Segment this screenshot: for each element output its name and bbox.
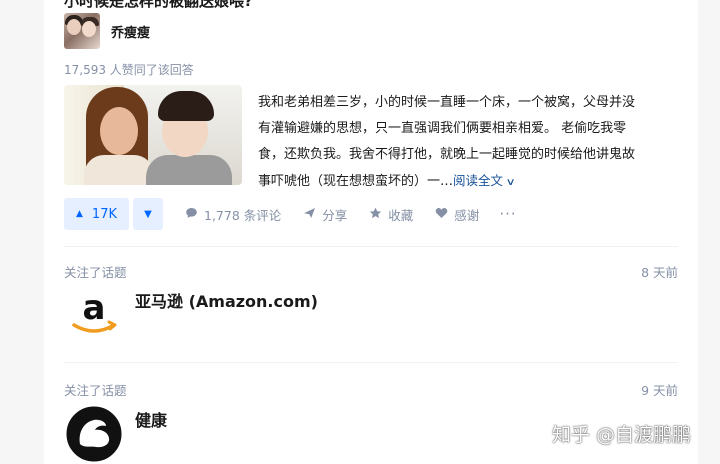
heart-icon: [435, 207, 448, 222]
topic-name[interactable]: 亚马逊 (Amazon.com): [135, 288, 318, 312]
comments-button[interactable]: 1,778 条评论: [185, 205, 281, 224]
excerpt-line: 食，还欺负我。我舍不得打他，就晚上一起睡觉的时候给他讲鬼故: [258, 147, 636, 162]
excerpt-line: 有灌输避嫌的思想，只一直强调我们俩要相亲相爱。 老偷吃我零: [258, 121, 627, 136]
favorite-button[interactable]: 收藏: [369, 205, 413, 224]
author-name[interactable]: 乔瘦瘦: [111, 22, 150, 41]
health-topic-logo[interactable]: [64, 404, 124, 464]
vote-summary: 17,593 人赞同了该回答: [64, 63, 194, 77]
amazon-logo[interactable]: a: [64, 285, 124, 345]
read-more-link[interactable]: 阅读全文 ∨: [453, 173, 516, 188]
watermark: 知乎 @自渡鹏鹏: [552, 424, 692, 446]
thanks-button[interactable]: 感谢: [435, 205, 479, 224]
upvote-button[interactable]: ▲ 17K: [64, 198, 129, 230]
divider: [64, 246, 678, 247]
share-button[interactable]: 分享: [303, 205, 347, 224]
star-icon: [369, 207, 382, 222]
feed-item-meta: 关注了话题: [64, 265, 127, 280]
thanks-label: 感谢: [454, 207, 480, 223]
feed-item-time: 8 天前: [641, 265, 678, 280]
favorite-label: 收藏: [388, 207, 414, 223]
upvote-arrow-icon: ▲: [76, 209, 83, 219]
feed-item-meta: 关注了话题: [64, 383, 127, 398]
divider: [64, 362, 678, 363]
excerpt-line-text: 事吓唬他（现在想想蛮坏的）一…: [258, 174, 454, 189]
answer-excerpt[interactable]: 我和老弟相差三岁，小的时候一直睡一个床，一个被窝，父母并没 有灌输避嫌的思想，只…: [258, 90, 688, 196]
question-title[interactable]: 小时候是怎样的被翻送娘喂?: [64, 0, 253, 11]
downvote-arrow-icon: ▼: [144, 208, 152, 220]
excerpt-line-last: 事吓唬他（现在想想蛮坏的）一…阅读全文 ∨: [258, 168, 688, 196]
avatar[interactable]: [64, 13, 100, 49]
share-label: 分享: [322, 207, 348, 223]
feed-card: 小时候是怎样的被翻送娘喂? 乔瘦瘦 17,593 人赞同了该回答 我和老弟相差三…: [44, 0, 698, 464]
svg-text:a: a: [83, 288, 106, 328]
read-more-label: 阅读全文: [453, 173, 504, 188]
downvote-button[interactable]: ▼: [133, 198, 163, 230]
answer-thumbnail[interactable]: [64, 85, 242, 185]
feed-item-time: 9 天前: [641, 383, 678, 398]
chevron-down-icon: ∨: [505, 177, 516, 188]
topic-name[interactable]: 健康: [135, 407, 167, 431]
upvote-count: 17K: [91, 206, 117, 222]
excerpt-line: 我和老弟相差三岁，小的时候一直睡一个床，一个被窝，父母并没: [258, 95, 636, 110]
share-icon: [303, 207, 316, 222]
comment-icon: [185, 207, 198, 222]
answer-actions: ▲ 17K ▼ 1,778 条评论 分享 收藏 感谢 ···: [64, 198, 517, 230]
more-options-button[interactable]: ···: [499, 205, 516, 223]
comments-label: 1,778 条评论: [204, 207, 282, 223]
